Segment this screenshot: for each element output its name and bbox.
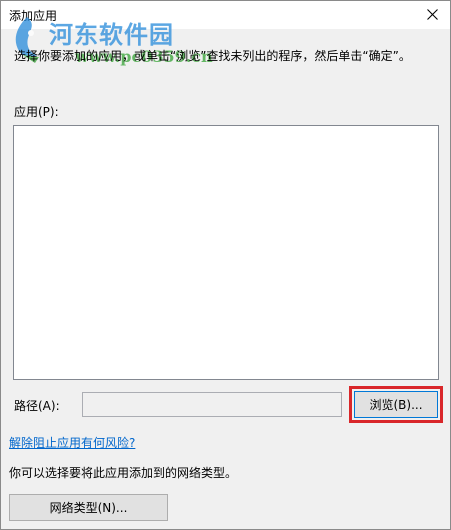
window-title: 添加应用 [9, 9, 58, 23]
instruction-text: 选择你要添加的应用，或单击“浏览”查找未列出的程序，然后单击“确定”。 [14, 49, 411, 63]
browse-button[interactable]: 浏览(B)... [354, 391, 438, 418]
path-input[interactable] [82, 392, 342, 417]
close-icon [427, 9, 438, 20]
title-bar: 添加应用 [1, 1, 450, 29]
network-type-description: 你可以选择要将此应用添加到的网络类型。 [9, 466, 238, 480]
path-label: 路径(A): [14, 399, 60, 413]
add-app-dialog: 添加应用 河东软件园 www.pc0359.cn 选择你要添加的应用，或单击“浏… [0, 0, 451, 530]
network-type-button[interactable]: 网络类型(N)... [9, 494, 168, 521]
app-listbox[interactable] [13, 125, 439, 380]
unblock-risk-link[interactable]: 解除阻止应用有何风险? [9, 434, 135, 451]
close-button[interactable] [416, 1, 450, 29]
apps-label: 应用(P): [14, 105, 59, 119]
